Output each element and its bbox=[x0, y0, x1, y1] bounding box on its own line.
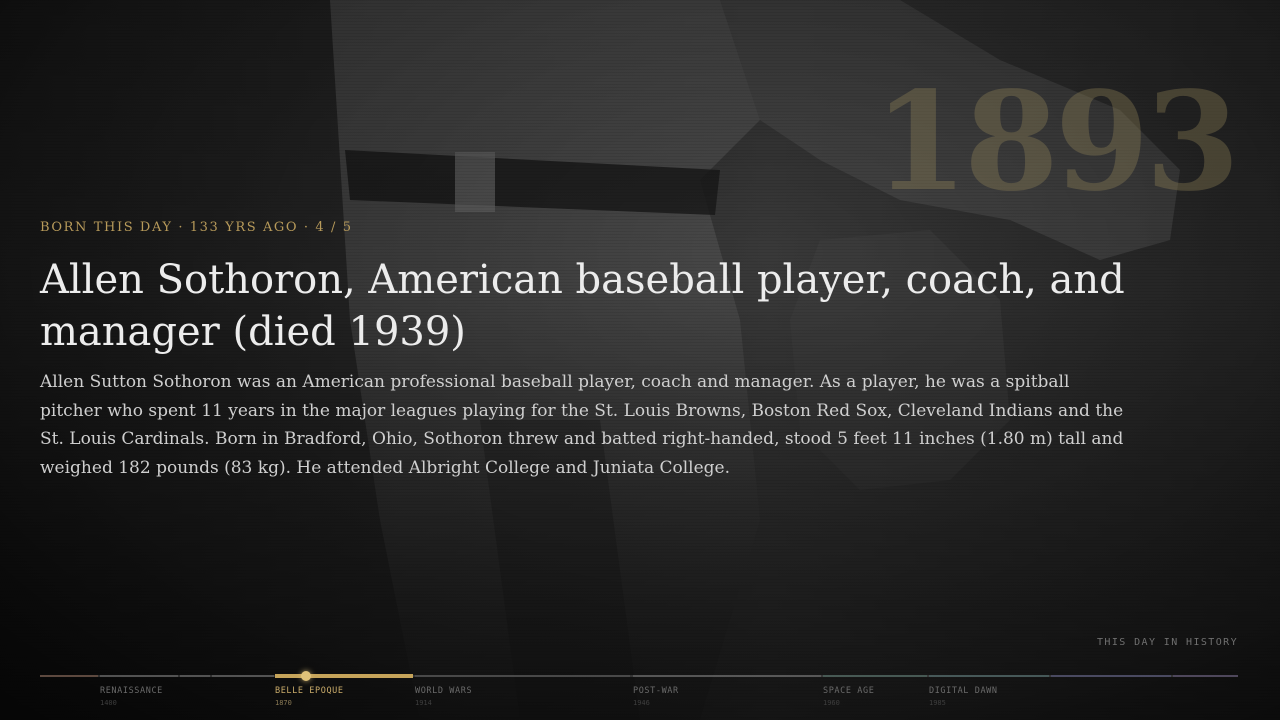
year-watermark: 1893 bbox=[873, 62, 1240, 222]
era-space-age[interactable]: SPACE AGE 1960 bbox=[823, 686, 874, 707]
era-belle-epoque[interactable]: BELLE EPOQUE 1870 bbox=[275, 686, 344, 707]
site-label: THIS DAY IN HISTORY bbox=[1097, 637, 1238, 648]
era-year: 1985 bbox=[929, 699, 946, 707]
era-year: 1870 bbox=[275, 699, 292, 707]
era-name: SPACE AGE bbox=[823, 686, 875, 696]
era-year: 1400 bbox=[100, 699, 117, 707]
timeline-segment bbox=[40, 675, 98, 677]
timeline-segment bbox=[1051, 675, 1171, 677]
event-summary: Allen Sutton Sothoron was an American pr… bbox=[40, 372, 1124, 478]
era-renaissance[interactable]: RENAISSANCE 1400 bbox=[100, 686, 163, 707]
timeline-position-marker[interactable] bbox=[301, 671, 311, 681]
event-headline: Allen Sothoron, American baseball player… bbox=[40, 257, 1125, 355]
timeline-segment bbox=[823, 675, 927, 677]
timeline-segment bbox=[415, 675, 630, 677]
era-year: 1946 bbox=[633, 699, 650, 707]
timeline-segment bbox=[633, 675, 821, 677]
era-year: 1960 bbox=[823, 699, 840, 707]
timeline-segment bbox=[100, 675, 178, 677]
era-name: BELLE EPOQUE bbox=[275, 686, 344, 696]
era-year: 1914 bbox=[415, 699, 432, 707]
event-meta: BORN THIS DAY · 133 YRS AGO · 4 / 5 bbox=[40, 220, 353, 235]
era-world-wars[interactable]: WORLD WARS 1914 bbox=[415, 686, 472, 707]
era-digital-dawn[interactable]: DIGITAL DAWN 1985 bbox=[929, 686, 998, 707]
era-post-war[interactable]: POST-WAR 1946 bbox=[633, 686, 679, 707]
era-name: RENAISSANCE bbox=[100, 686, 163, 696]
era-name: POST-WAR bbox=[633, 686, 679, 696]
timeline-segment bbox=[929, 675, 1049, 677]
era-name: DIGITAL DAWN bbox=[929, 686, 998, 696]
timeline-segment bbox=[212, 675, 274, 677]
era-name: WORLD WARS bbox=[415, 686, 473, 696]
timeline-segment bbox=[1173, 675, 1238, 677]
timeline-active-segment bbox=[275, 674, 413, 678]
timeline-segment bbox=[180, 675, 210, 677]
